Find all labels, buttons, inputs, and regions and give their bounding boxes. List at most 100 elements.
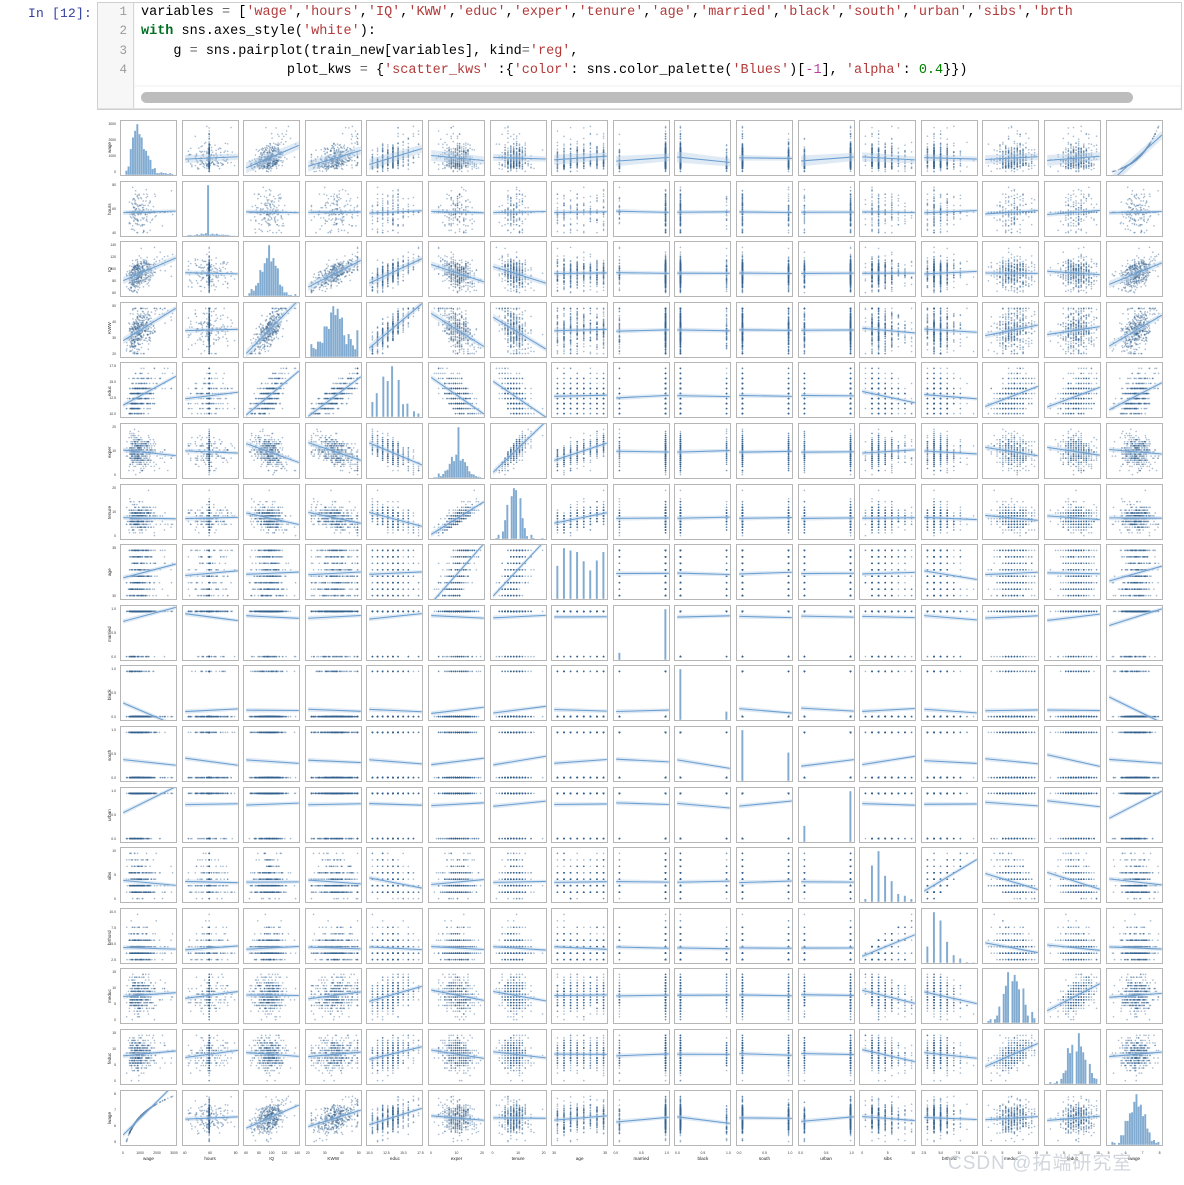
pairplot-scatter-panel [120, 908, 177, 964]
scrollbar-track[interactable] [141, 92, 1174, 103]
x-axis-label-lwage: lwage [1106, 1156, 1163, 1161]
pairplot-scatter-panel [859, 605, 916, 661]
pairplot-scatter-panel [613, 1029, 670, 1085]
y-tick-label: 3000 [90, 122, 116, 126]
pairplot-scatter-panel [120, 484, 177, 540]
y-axis-label-age: age [107, 568, 112, 576]
x-tick-label: 10 [448, 1151, 466, 1155]
y-tick-label: 7 [90, 1108, 116, 1112]
pairplot-scatter-panel [120, 847, 177, 903]
y-axis-label-feduc: feduc [107, 1052, 112, 1063]
pairplot-scatter-panel [182, 544, 239, 600]
pairplot-diagonal-histogram [120, 120, 177, 176]
pairplot-scatter-panel [551, 484, 608, 540]
pairplot-scatter-panel [859, 665, 916, 721]
pairplot-diagonal-histogram [798, 787, 855, 843]
pairplot-scatter-panel [674, 847, 731, 903]
pairplot-scatter-panel [1044, 968, 1101, 1024]
x-tick-label: 1000 [131, 1151, 149, 1155]
pairplot-scatter-panel [120, 787, 177, 843]
y-tick-label: 5 [90, 873, 116, 877]
line-number: 2 [98, 22, 133, 41]
pairplot-diagonal-histogram [551, 544, 608, 600]
pairplot-scatter-panel [921, 241, 978, 297]
pairplot-scatter-panel [428, 968, 485, 1024]
pairplot-scatter-panel [120, 726, 177, 782]
pairplot-diagonal-histogram [982, 968, 1039, 1024]
pairplot-scatter-panel [428, 362, 485, 418]
pairplot-scatter-panel [921, 544, 978, 600]
pairplot-scatter-panel [921, 847, 978, 903]
y-tick-label: 2000 [90, 138, 116, 142]
pairplot-scatter-panel [736, 968, 793, 1024]
pairplot-scatter-panel [182, 908, 239, 964]
code-horizontal-scrollbar[interactable] [135, 87, 1180, 109]
pairplot-scatter-panel [490, 241, 547, 297]
pairplot-scatter-panel [1106, 968, 1163, 1024]
pairplot-scatter-panel [859, 484, 916, 540]
pairplot-scatter-panel [1044, 302, 1101, 358]
y-axis-label-wage: wage [107, 142, 112, 153]
pairplot-scatter-panel [490, 423, 547, 479]
y-tick-label: 0.5 [90, 691, 116, 695]
pairplot-scatter-panel [736, 181, 793, 237]
y-tick-label: 60 [90, 291, 116, 295]
pairplot-scatter-panel [243, 1090, 300, 1146]
pairplot-scatter-panel [613, 181, 670, 237]
y-tick-label: 0.0 [90, 837, 116, 841]
scrollbar-thumb[interactable] [141, 92, 1133, 103]
pairplot-scatter-panel [366, 544, 423, 600]
pairplot-scatter-panel [982, 908, 1039, 964]
pairplot-scatter-panel [366, 968, 423, 1024]
pairplot-scatter-panel [366, 484, 423, 540]
x-tick-label: 10 [1010, 1151, 1028, 1155]
pairplot-scatter-panel [243, 847, 300, 903]
code-text-area[interactable]: variables = ['wage','hours','IQ','KWW','… [135, 3, 1181, 85]
pairplot-scatter-panel [305, 484, 362, 540]
pairplot-scatter-panel [1044, 787, 1101, 843]
pairplot-scatter-panel [798, 665, 855, 721]
pairplot-scatter-panel [490, 1029, 547, 1085]
y-tick-label: 0.0 [90, 715, 116, 719]
pairplot-scatter-panel [120, 665, 177, 721]
pairplot-scatter-panel [921, 726, 978, 782]
pairplot-scatter-panel [982, 484, 1039, 540]
pairplot-scatter-panel [120, 1029, 177, 1085]
pairplot-scatter-panel [859, 1090, 916, 1146]
y-tick-label: 10 [90, 510, 116, 514]
pairplot-scatter-panel [982, 726, 1039, 782]
pairplot-scatter-panel [366, 1090, 423, 1146]
pairplot-scatter-panel [182, 423, 239, 479]
x-axis-label-sibs: sibs [859, 1156, 916, 1161]
pairplot-scatter-panel [1106, 726, 1163, 782]
x-tick-label: 0.5 [756, 1151, 774, 1155]
y-tick-label: 5 [90, 1063, 116, 1067]
pairplot-scatter-panel [1044, 1090, 1101, 1146]
pairplot-scatter-panel [1106, 847, 1163, 903]
pairplot-scatter-panel [921, 605, 978, 661]
pairplot-scatter-panel [428, 484, 485, 540]
x-axis-label-IQ: IQ [243, 1156, 300, 1161]
pairplot-scatter-panel [305, 241, 362, 297]
pairplot-scatter-panel [305, 1029, 362, 1085]
pairplot-scatter-panel [1106, 120, 1163, 176]
code-line-1: variables = ['wage','hours','IQ','KWW','… [135, 3, 1181, 22]
pairplot-scatter-panel [859, 544, 916, 600]
pairplot-scatter-panel [490, 908, 547, 964]
x-axis-label-urban: urban [798, 1156, 855, 1161]
pairplot-scatter-panel [982, 544, 1039, 600]
pairplot-scatter-panel [551, 605, 608, 661]
pairplot-scatter-panel [613, 241, 670, 297]
pairplot-scatter-panel [490, 544, 547, 600]
pairplot-scatter-panel [120, 544, 177, 600]
y-tick-label: 40 [90, 231, 116, 235]
cell-divider [98, 108, 1181, 109]
pairplot-scatter-panel [1044, 726, 1101, 782]
pairplot-scatter-panel [490, 787, 547, 843]
pairplot-scatter-panel [182, 605, 239, 661]
code-editor[interactable]: 1 2 3 4 variables = ['wage','hours','IQ'… [97, 2, 1182, 110]
pairplot-scatter-panel [490, 362, 547, 418]
y-tick-label: 0 [90, 897, 116, 901]
line-number: 3 [98, 42, 133, 61]
pairplot-scatter-panel [243, 544, 300, 600]
